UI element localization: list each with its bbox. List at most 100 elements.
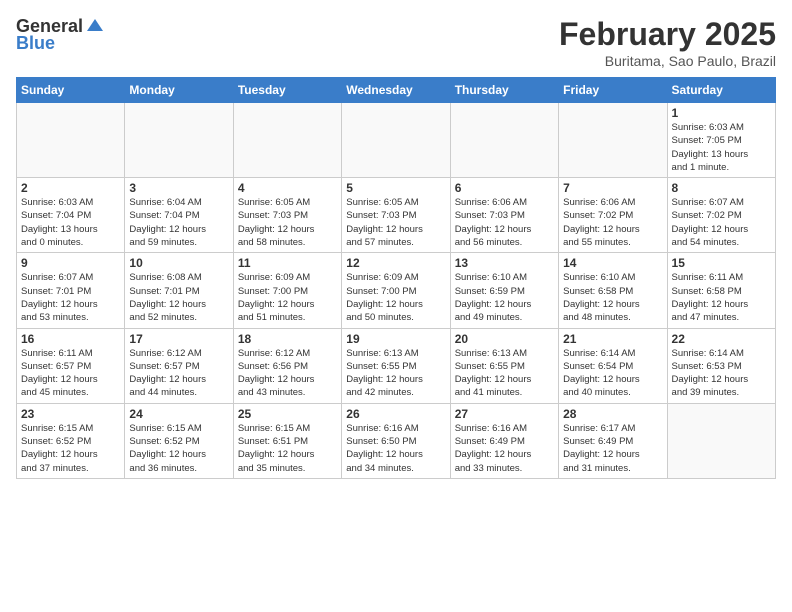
- calendar-cell: 24Sunrise: 6:15 AMSunset: 6:52 PMDayligh…: [125, 403, 233, 478]
- day-number: 28: [563, 407, 662, 421]
- day-number: 4: [238, 181, 337, 195]
- day-info: Sunrise: 6:09 AMSunset: 7:00 PMDaylight:…: [238, 271, 337, 324]
- calendar-cell: 1Sunrise: 6:03 AMSunset: 7:05 PMDaylight…: [667, 103, 775, 178]
- day-info: Sunrise: 6:17 AMSunset: 6:49 PMDaylight:…: [563, 422, 662, 475]
- calendar-cell: 12Sunrise: 6:09 AMSunset: 7:00 PMDayligh…: [342, 253, 450, 328]
- day-info: Sunrise: 6:15 AMSunset: 6:52 PMDaylight:…: [129, 422, 228, 475]
- calendar-cell: [233, 103, 341, 178]
- calendar-week-row: 1Sunrise: 6:03 AMSunset: 7:05 PMDaylight…: [17, 103, 776, 178]
- day-info: Sunrise: 6:03 AMSunset: 7:05 PMDaylight:…: [672, 121, 771, 174]
- calendar-cell: 28Sunrise: 6:17 AMSunset: 6:49 PMDayligh…: [559, 403, 667, 478]
- day-of-week-header: Friday: [559, 78, 667, 103]
- day-number: 19: [346, 332, 445, 346]
- day-number: 9: [21, 256, 120, 270]
- calendar-cell: 7Sunrise: 6:06 AMSunset: 7:02 PMDaylight…: [559, 178, 667, 253]
- day-of-week-header: Tuesday: [233, 78, 341, 103]
- calendar-header-row: SundayMondayTuesdayWednesdayThursdayFrid…: [17, 78, 776, 103]
- day-number: 12: [346, 256, 445, 270]
- day-info: Sunrise: 6:15 AMSunset: 6:51 PMDaylight:…: [238, 422, 337, 475]
- day-info: Sunrise: 6:09 AMSunset: 7:00 PMDaylight:…: [346, 271, 445, 324]
- day-number: 18: [238, 332, 337, 346]
- day-info: Sunrise: 6:03 AMSunset: 7:04 PMDaylight:…: [21, 196, 120, 249]
- calendar-cell: 26Sunrise: 6:16 AMSunset: 6:50 PMDayligh…: [342, 403, 450, 478]
- day-info: Sunrise: 6:13 AMSunset: 6:55 PMDaylight:…: [346, 347, 445, 400]
- day-of-week-header: Saturday: [667, 78, 775, 103]
- day-info: Sunrise: 6:14 AMSunset: 6:54 PMDaylight:…: [563, 347, 662, 400]
- calendar-cell: [667, 403, 775, 478]
- day-info: Sunrise: 6:12 AMSunset: 6:57 PMDaylight:…: [129, 347, 228, 400]
- day-number: 24: [129, 407, 228, 421]
- day-info: Sunrise: 6:06 AMSunset: 7:03 PMDaylight:…: [455, 196, 554, 249]
- day-number: 15: [672, 256, 771, 270]
- calendar-cell: 20Sunrise: 6:13 AMSunset: 6:55 PMDayligh…: [450, 328, 558, 403]
- day-number: 17: [129, 332, 228, 346]
- day-of-week-header: Wednesday: [342, 78, 450, 103]
- day-info: Sunrise: 6:13 AMSunset: 6:55 PMDaylight:…: [455, 347, 554, 400]
- day-number: 8: [672, 181, 771, 195]
- day-of-week-header: Thursday: [450, 78, 558, 103]
- calendar-cell: 14Sunrise: 6:10 AMSunset: 6:58 PMDayligh…: [559, 253, 667, 328]
- day-info: Sunrise: 6:15 AMSunset: 6:52 PMDaylight:…: [21, 422, 120, 475]
- calendar-cell: 19Sunrise: 6:13 AMSunset: 6:55 PMDayligh…: [342, 328, 450, 403]
- logo-blue: Blue: [16, 33, 55, 54]
- day-number: 11: [238, 256, 337, 270]
- day-info: Sunrise: 6:06 AMSunset: 7:02 PMDaylight:…: [563, 196, 662, 249]
- day-info: Sunrise: 6:10 AMSunset: 6:59 PMDaylight:…: [455, 271, 554, 324]
- calendar-cell: 18Sunrise: 6:12 AMSunset: 6:56 PMDayligh…: [233, 328, 341, 403]
- calendar-week-row: 9Sunrise: 6:07 AMSunset: 7:01 PMDaylight…: [17, 253, 776, 328]
- day-number: 2: [21, 181, 120, 195]
- day-number: 13: [455, 256, 554, 270]
- day-number: 20: [455, 332, 554, 346]
- calendar-cell: 22Sunrise: 6:14 AMSunset: 6:53 PMDayligh…: [667, 328, 775, 403]
- day-info: Sunrise: 6:11 AMSunset: 6:57 PMDaylight:…: [21, 347, 120, 400]
- calendar-cell: 16Sunrise: 6:11 AMSunset: 6:57 PMDayligh…: [17, 328, 125, 403]
- day-number: 7: [563, 181, 662, 195]
- calendar-week-row: 2Sunrise: 6:03 AMSunset: 7:04 PMDaylight…: [17, 178, 776, 253]
- calendar-cell: 2Sunrise: 6:03 AMSunset: 7:04 PMDaylight…: [17, 178, 125, 253]
- calendar-cell: 5Sunrise: 6:05 AMSunset: 7:03 PMDaylight…: [342, 178, 450, 253]
- day-number: 5: [346, 181, 445, 195]
- day-info: Sunrise: 6:07 AMSunset: 7:02 PMDaylight:…: [672, 196, 771, 249]
- calendar-cell: 17Sunrise: 6:12 AMSunset: 6:57 PMDayligh…: [125, 328, 233, 403]
- day-number: 27: [455, 407, 554, 421]
- calendar-cell: [450, 103, 558, 178]
- day-info: Sunrise: 6:14 AMSunset: 6:53 PMDaylight:…: [672, 347, 771, 400]
- calendar-cell: 25Sunrise: 6:15 AMSunset: 6:51 PMDayligh…: [233, 403, 341, 478]
- logo-icon: [85, 17, 105, 37]
- day-of-week-header: Sunday: [17, 78, 125, 103]
- calendar-cell: [342, 103, 450, 178]
- day-info: Sunrise: 6:08 AMSunset: 7:01 PMDaylight:…: [129, 271, 228, 324]
- calendar-cell: [559, 103, 667, 178]
- calendar-cell: 4Sunrise: 6:05 AMSunset: 7:03 PMDaylight…: [233, 178, 341, 253]
- day-number: 21: [563, 332, 662, 346]
- day-info: Sunrise: 6:05 AMSunset: 7:03 PMDaylight:…: [346, 196, 445, 249]
- day-info: Sunrise: 6:16 AMSunset: 6:49 PMDaylight:…: [455, 422, 554, 475]
- calendar-week-row: 16Sunrise: 6:11 AMSunset: 6:57 PMDayligh…: [17, 328, 776, 403]
- day-number: 6: [455, 181, 554, 195]
- calendar-cell: 21Sunrise: 6:14 AMSunset: 6:54 PMDayligh…: [559, 328, 667, 403]
- day-number: 1: [672, 106, 771, 120]
- day-number: 25: [238, 407, 337, 421]
- calendar-cell: 11Sunrise: 6:09 AMSunset: 7:00 PMDayligh…: [233, 253, 341, 328]
- day-info: Sunrise: 6:11 AMSunset: 6:58 PMDaylight:…: [672, 271, 771, 324]
- page-header: General Blue February 2025 Buritama, Sao…: [16, 16, 776, 69]
- day-number: 26: [346, 407, 445, 421]
- day-number: 16: [21, 332, 120, 346]
- calendar-subtitle: Buritama, Sao Paulo, Brazil: [559, 53, 776, 69]
- day-of-week-header: Monday: [125, 78, 233, 103]
- day-info: Sunrise: 6:10 AMSunset: 6:58 PMDaylight:…: [563, 271, 662, 324]
- day-info: Sunrise: 6:05 AMSunset: 7:03 PMDaylight:…: [238, 196, 337, 249]
- calendar-cell: 9Sunrise: 6:07 AMSunset: 7:01 PMDaylight…: [17, 253, 125, 328]
- day-number: 23: [21, 407, 120, 421]
- day-info: Sunrise: 6:07 AMSunset: 7:01 PMDaylight:…: [21, 271, 120, 324]
- day-info: Sunrise: 6:04 AMSunset: 7:04 PMDaylight:…: [129, 196, 228, 249]
- calendar-week-row: 23Sunrise: 6:15 AMSunset: 6:52 PMDayligh…: [17, 403, 776, 478]
- calendar-cell: 23Sunrise: 6:15 AMSunset: 6:52 PMDayligh…: [17, 403, 125, 478]
- calendar-cell: 8Sunrise: 6:07 AMSunset: 7:02 PMDaylight…: [667, 178, 775, 253]
- title-block: February 2025 Buritama, Sao Paulo, Brazi…: [559, 16, 776, 69]
- calendar-cell: 27Sunrise: 6:16 AMSunset: 6:49 PMDayligh…: [450, 403, 558, 478]
- calendar-cell: [125, 103, 233, 178]
- calendar-title: February 2025: [559, 16, 776, 53]
- day-info: Sunrise: 6:16 AMSunset: 6:50 PMDaylight:…: [346, 422, 445, 475]
- day-number: 22: [672, 332, 771, 346]
